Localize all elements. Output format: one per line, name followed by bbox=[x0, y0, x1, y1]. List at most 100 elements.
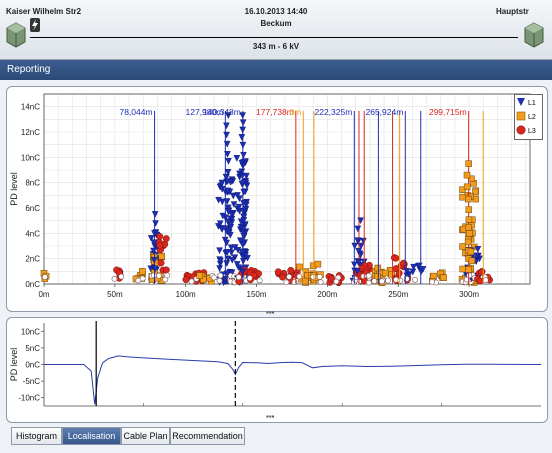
data-point bbox=[239, 119, 247, 127]
data-point bbox=[279, 273, 287, 281]
data-point bbox=[287, 266, 295, 274]
data-point bbox=[440, 274, 447, 281]
data-point-outline bbox=[378, 278, 385, 285]
location-marker-label: 140,348m bbox=[203, 107, 241, 117]
right-station-name: Hauptstr bbox=[496, 7, 529, 16]
location-marker-label: 0m bbox=[289, 107, 301, 117]
data-point-outline bbox=[412, 276, 418, 283]
data-point-outline bbox=[333, 278, 340, 285]
data-point-outline bbox=[246, 275, 253, 281]
data-point bbox=[314, 260, 322, 268]
data-point bbox=[162, 266, 170, 274]
y-tick-label: 14nC bbox=[21, 103, 40, 112]
data-point-outline bbox=[385, 277, 391, 284]
y-tick-label: -5nC bbox=[23, 377, 41, 386]
data-point-outline bbox=[118, 273, 125, 280]
data-point bbox=[239, 258, 247, 265]
data-point-outline bbox=[150, 272, 157, 279]
data-point-outline bbox=[310, 274, 317, 280]
data-point-outline bbox=[360, 273, 367, 280]
data-point-outline bbox=[316, 273, 323, 280]
x-tick-label: 100m bbox=[176, 290, 196, 299]
data-point bbox=[228, 256, 236, 264]
y-tick-label: 2nC bbox=[25, 255, 40, 264]
data-point bbox=[139, 267, 146, 275]
location-marker-label: 177,738m bbox=[256, 107, 294, 117]
data-point-outline bbox=[296, 273, 303, 280]
data-point bbox=[392, 254, 400, 262]
datetime: 16.10.2013 14:40 bbox=[244, 7, 308, 16]
legend-l3-label: L3 bbox=[528, 128, 536, 135]
data-point-outline bbox=[42, 274, 48, 280]
data-point-outline bbox=[235, 274, 242, 281]
x-tick-label: 200m bbox=[317, 290, 337, 299]
left-station-name: Kaiser Wilhelm Str2 bbox=[6, 7, 82, 16]
data-point-outline bbox=[217, 272, 224, 279]
data-point bbox=[465, 223, 472, 231]
data-point bbox=[158, 253, 165, 260]
data-point-outline bbox=[429, 279, 435, 285]
data-point bbox=[157, 259, 165, 267]
pd-waveform-chart[interactable]: 10nC 5nC 0nC -5nC -10nC PD level bbox=[6, 317, 546, 421]
data-point bbox=[466, 230, 473, 237]
x-tick-label: 300m bbox=[459, 290, 479, 299]
y-tick-label: 0nC bbox=[25, 280, 40, 289]
data-point bbox=[459, 265, 466, 273]
x-tick-label: 250m bbox=[388, 290, 408, 299]
data-point bbox=[296, 263, 303, 271]
data-point-outline bbox=[256, 277, 263, 284]
data-point-outline bbox=[283, 279, 290, 286]
tab-cable-plan[interactable]: Cable Plan bbox=[121, 427, 170, 445]
data-point bbox=[464, 195, 472, 203]
location-marker-label: 265,924m bbox=[365, 107, 403, 117]
location-marker-label: 299,715m bbox=[429, 107, 467, 117]
data-point bbox=[464, 238, 472, 246]
data-point bbox=[274, 268, 282, 276]
data-point-outline bbox=[211, 274, 217, 281]
data-point-outline bbox=[286, 273, 292, 280]
y-tick-label: 5nC bbox=[25, 344, 40, 353]
legend-l3-marker-icon bbox=[516, 125, 526, 135]
data-point-outline bbox=[111, 275, 118, 282]
legend-l1-marker-icon bbox=[517, 98, 525, 106]
data-point-outline bbox=[188, 278, 195, 285]
data-point-outline bbox=[371, 278, 378, 284]
data-point bbox=[465, 160, 472, 167]
data-point bbox=[162, 235, 170, 243]
data-point bbox=[239, 141, 247, 149]
panel-title: Reporting bbox=[7, 64, 51, 75]
tab-recommendation[interactable]: Recommendation bbox=[170, 427, 245, 445]
legend-l2-marker-icon bbox=[516, 111, 526, 121]
tab-localisation[interactable]: Localisation bbox=[62, 427, 121, 445]
plot-frame bbox=[43, 93, 531, 285]
data-point bbox=[225, 158, 232, 165]
data-point-outline bbox=[156, 272, 162, 279]
data-point bbox=[156, 232, 164, 240]
data-point bbox=[459, 243, 466, 250]
data-point bbox=[223, 122, 230, 130]
data-point-outline bbox=[317, 279, 324, 286]
cable-header: Kaiser Wilhelm Str2 16.10.2013 14:40 Bec… bbox=[0, 0, 552, 60]
data-point bbox=[382, 269, 389, 277]
splitter-grip-bottom[interactable]: ▪▪▪ bbox=[266, 412, 275, 421]
splitter-grip[interactable]: ▪▪▪ bbox=[266, 308, 275, 317]
location-marker-label: 78,044m bbox=[119, 107, 152, 117]
data-point bbox=[465, 216, 473, 223]
data-point-outline bbox=[162, 276, 169, 283]
data-point bbox=[465, 266, 473, 273]
right-station-icon[interactable] bbox=[524, 22, 544, 48]
data-point-outline bbox=[482, 277, 489, 284]
cable-info: 343 m - 6 kV bbox=[252, 42, 300, 51]
y-tick-label: 4nC bbox=[25, 229, 40, 238]
data-point bbox=[374, 264, 382, 272]
y-tick-label: 12nC bbox=[21, 128, 40, 137]
data-point-outline bbox=[365, 279, 372, 286]
data-point-outline bbox=[216, 277, 223, 284]
x-tick-label: 0m bbox=[38, 290, 49, 299]
data-point bbox=[463, 171, 471, 179]
tab-histogram[interactable]: Histogram bbox=[11, 427, 62, 445]
pd-location-chart[interactable]: 0nC 2nC 4nC 6nC 8nC 10nC 12nC 14nC 0m 50m 100m 150m… bbox=[6, 86, 546, 310]
y-tick-label: 10nC bbox=[21, 153, 40, 162]
left-station-icon[interactable] bbox=[6, 22, 26, 48]
y-tick-label: 0nC bbox=[25, 361, 40, 370]
